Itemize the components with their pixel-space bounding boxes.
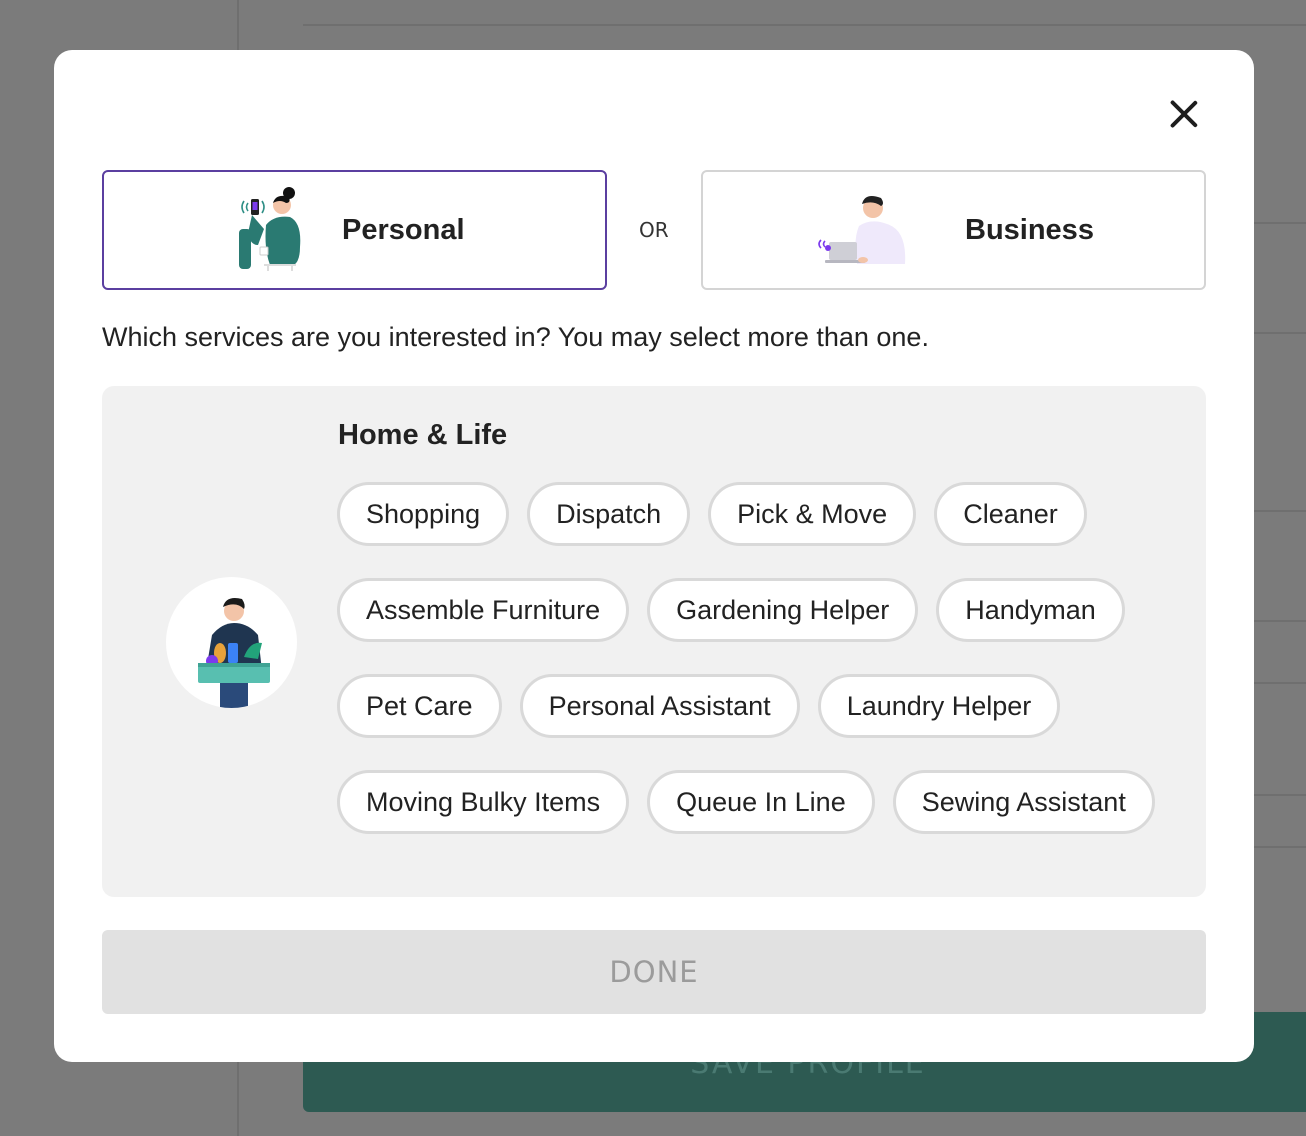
account-type-business-label: Business [965, 213, 1094, 246]
services-question: Which services are you interested in? Yo… [102, 322, 929, 352]
chip-gardening-helper[interactable]: Gardening Helper [647, 578, 919, 642]
chip-moving-bulky-items[interactable]: Moving Bulky Items [337, 770, 630, 834]
chip-personal-assistant[interactable]: Personal Assistant [519, 674, 800, 738]
chip-dispatch[interactable]: Dispatch [527, 482, 691, 546]
category-panel-home-life: Home & Life Shopping Dispatch Pick & Mov… [102, 386, 1206, 897]
chip-laundry-helper[interactable]: Laundry Helper [817, 674, 1061, 738]
chip-pet-care[interactable]: Pet Care [337, 674, 502, 738]
chip-shopping[interactable]: Shopping [337, 482, 510, 546]
account-type-business[interactable]: Business [701, 170, 1206, 290]
service-chip-row: Assemble Furniture Gardening Helper Hand… [337, 578, 1125, 642]
or-separator: OR [639, 218, 669, 242]
account-type-personal[interactable]: Personal [102, 170, 607, 290]
chip-sewing-assistant[interactable]: Sewing Assistant [892, 770, 1155, 834]
chip-cleaner[interactable]: Cleaner [934, 482, 1087, 546]
chip-handyman[interactable]: Handyman [936, 578, 1125, 642]
background-divider [303, 24, 1306, 26]
account-type-personal-label: Personal [342, 213, 465, 246]
service-chip-row: Shopping Dispatch Pick & Move Cleaner [337, 482, 1087, 546]
done-button[interactable]: DONE [102, 930, 1206, 1014]
close-icon[interactable] [1164, 94, 1204, 134]
service-chip-row: Pet Care Personal Assistant Laundry Help… [337, 674, 1061, 738]
man-with-laptop-icon [818, 196, 906, 264]
woman-with-phone-icon [239, 187, 301, 271]
category-illustration [166, 577, 297, 708]
service-selection-modal: Personal OR Business Which services are … [54, 50, 1254, 1062]
chip-assemble-furniture[interactable]: Assemble Furniture [337, 578, 630, 642]
service-chip-row: Moving Bulky Items Queue In Line Sewing … [337, 770, 1155, 834]
category-title: Home & Life [338, 419, 508, 451]
chip-queue-in-line[interactable]: Queue In Line [647, 770, 875, 834]
man-holding-box-icon [198, 598, 270, 708]
chip-pick-move[interactable]: Pick & Move [708, 482, 917, 546]
